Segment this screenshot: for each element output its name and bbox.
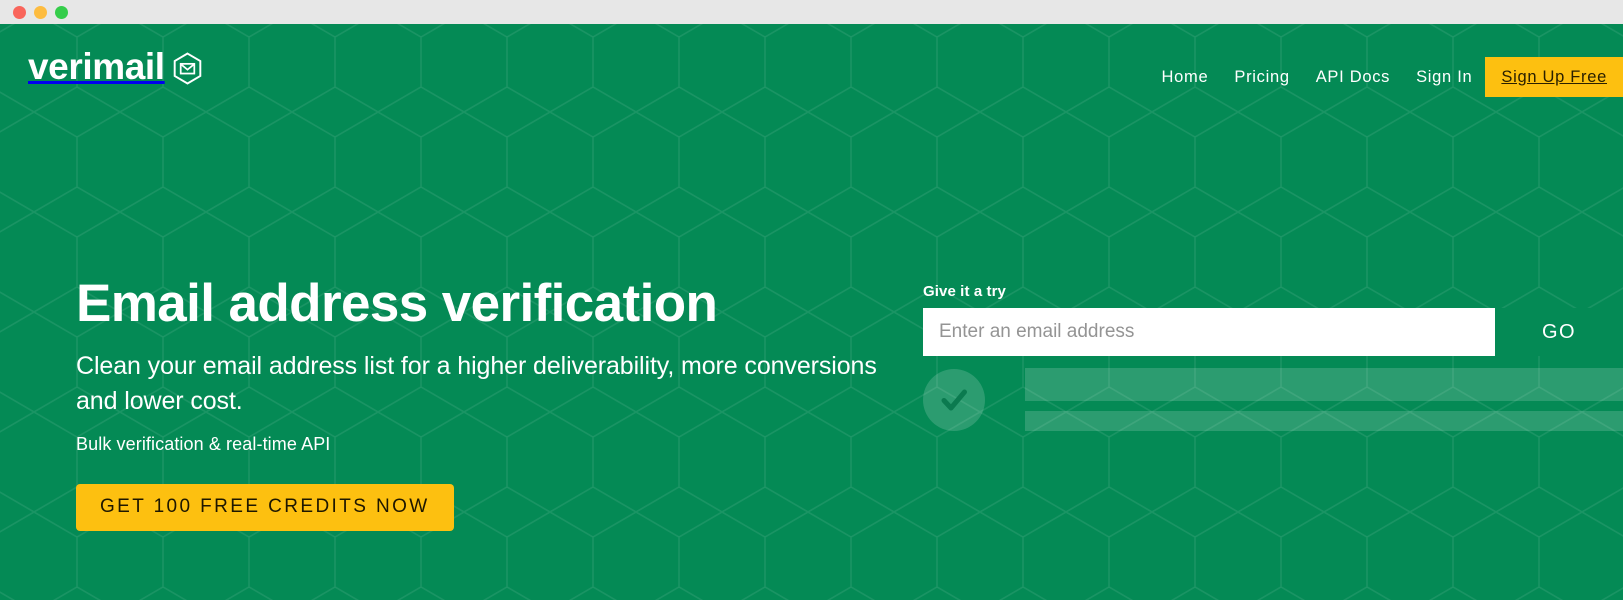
nav-item-api-docs[interactable]: API Docs (1303, 57, 1403, 97)
hero-subheading: Clean your email address list for a high… (76, 352, 877, 415)
minimize-window-button[interactable] (34, 5, 47, 19)
result-placeholder-lines (1025, 368, 1623, 431)
email-input[interactable] (923, 308, 1495, 356)
nav-item-home[interactable]: Home (1149, 57, 1222, 97)
result-placeholder-line (1025, 411, 1623, 431)
hexagon-envelope-icon (171, 49, 204, 85)
close-window-button[interactable] (13, 5, 26, 19)
email-input-row: GO (923, 308, 1623, 356)
get-free-credits-button[interactable]: GET 100 FREE CREDITS NOW (76, 484, 454, 532)
check-circle-icon (923, 368, 985, 431)
result-placeholder-line (1025, 368, 1623, 401)
hero-copy: Email address verification Clean your em… (76, 274, 896, 532)
page-title: Email address verification (76, 274, 718, 333)
nav-item-sign-in[interactable]: Sign In (1403, 57, 1485, 97)
logo-text: verimail (28, 46, 165, 87)
verification-result-preview (923, 368, 1623, 431)
email-try-widget: Give it a try GO (923, 283, 1623, 431)
hero-tagline: Bulk verification & real-time API (76, 434, 331, 455)
nav-item-pricing[interactable]: Pricing (1221, 57, 1302, 97)
logo-link[interactable]: verimail (28, 48, 204, 85)
window-titlebar (0, 0, 1623, 24)
hero-section: verimail Home Pricing API Docs Sign In S… (0, 24, 1623, 600)
go-button[interactable]: GO (1495, 308, 1623, 356)
maximize-window-button[interactable] (55, 5, 68, 19)
nav-links: Home Pricing API Docs Sign In Sign Up Fr… (1149, 57, 1623, 97)
try-widget-label: Give it a try (923, 283, 1007, 300)
sign-up-free-button[interactable]: Sign Up Free (1485, 57, 1623, 97)
main-navigation: verimail Home Pricing API Docs Sign In S… (0, 24, 1623, 107)
browser-window: verimail Home Pricing API Docs Sign In S… (0, 0, 1623, 600)
